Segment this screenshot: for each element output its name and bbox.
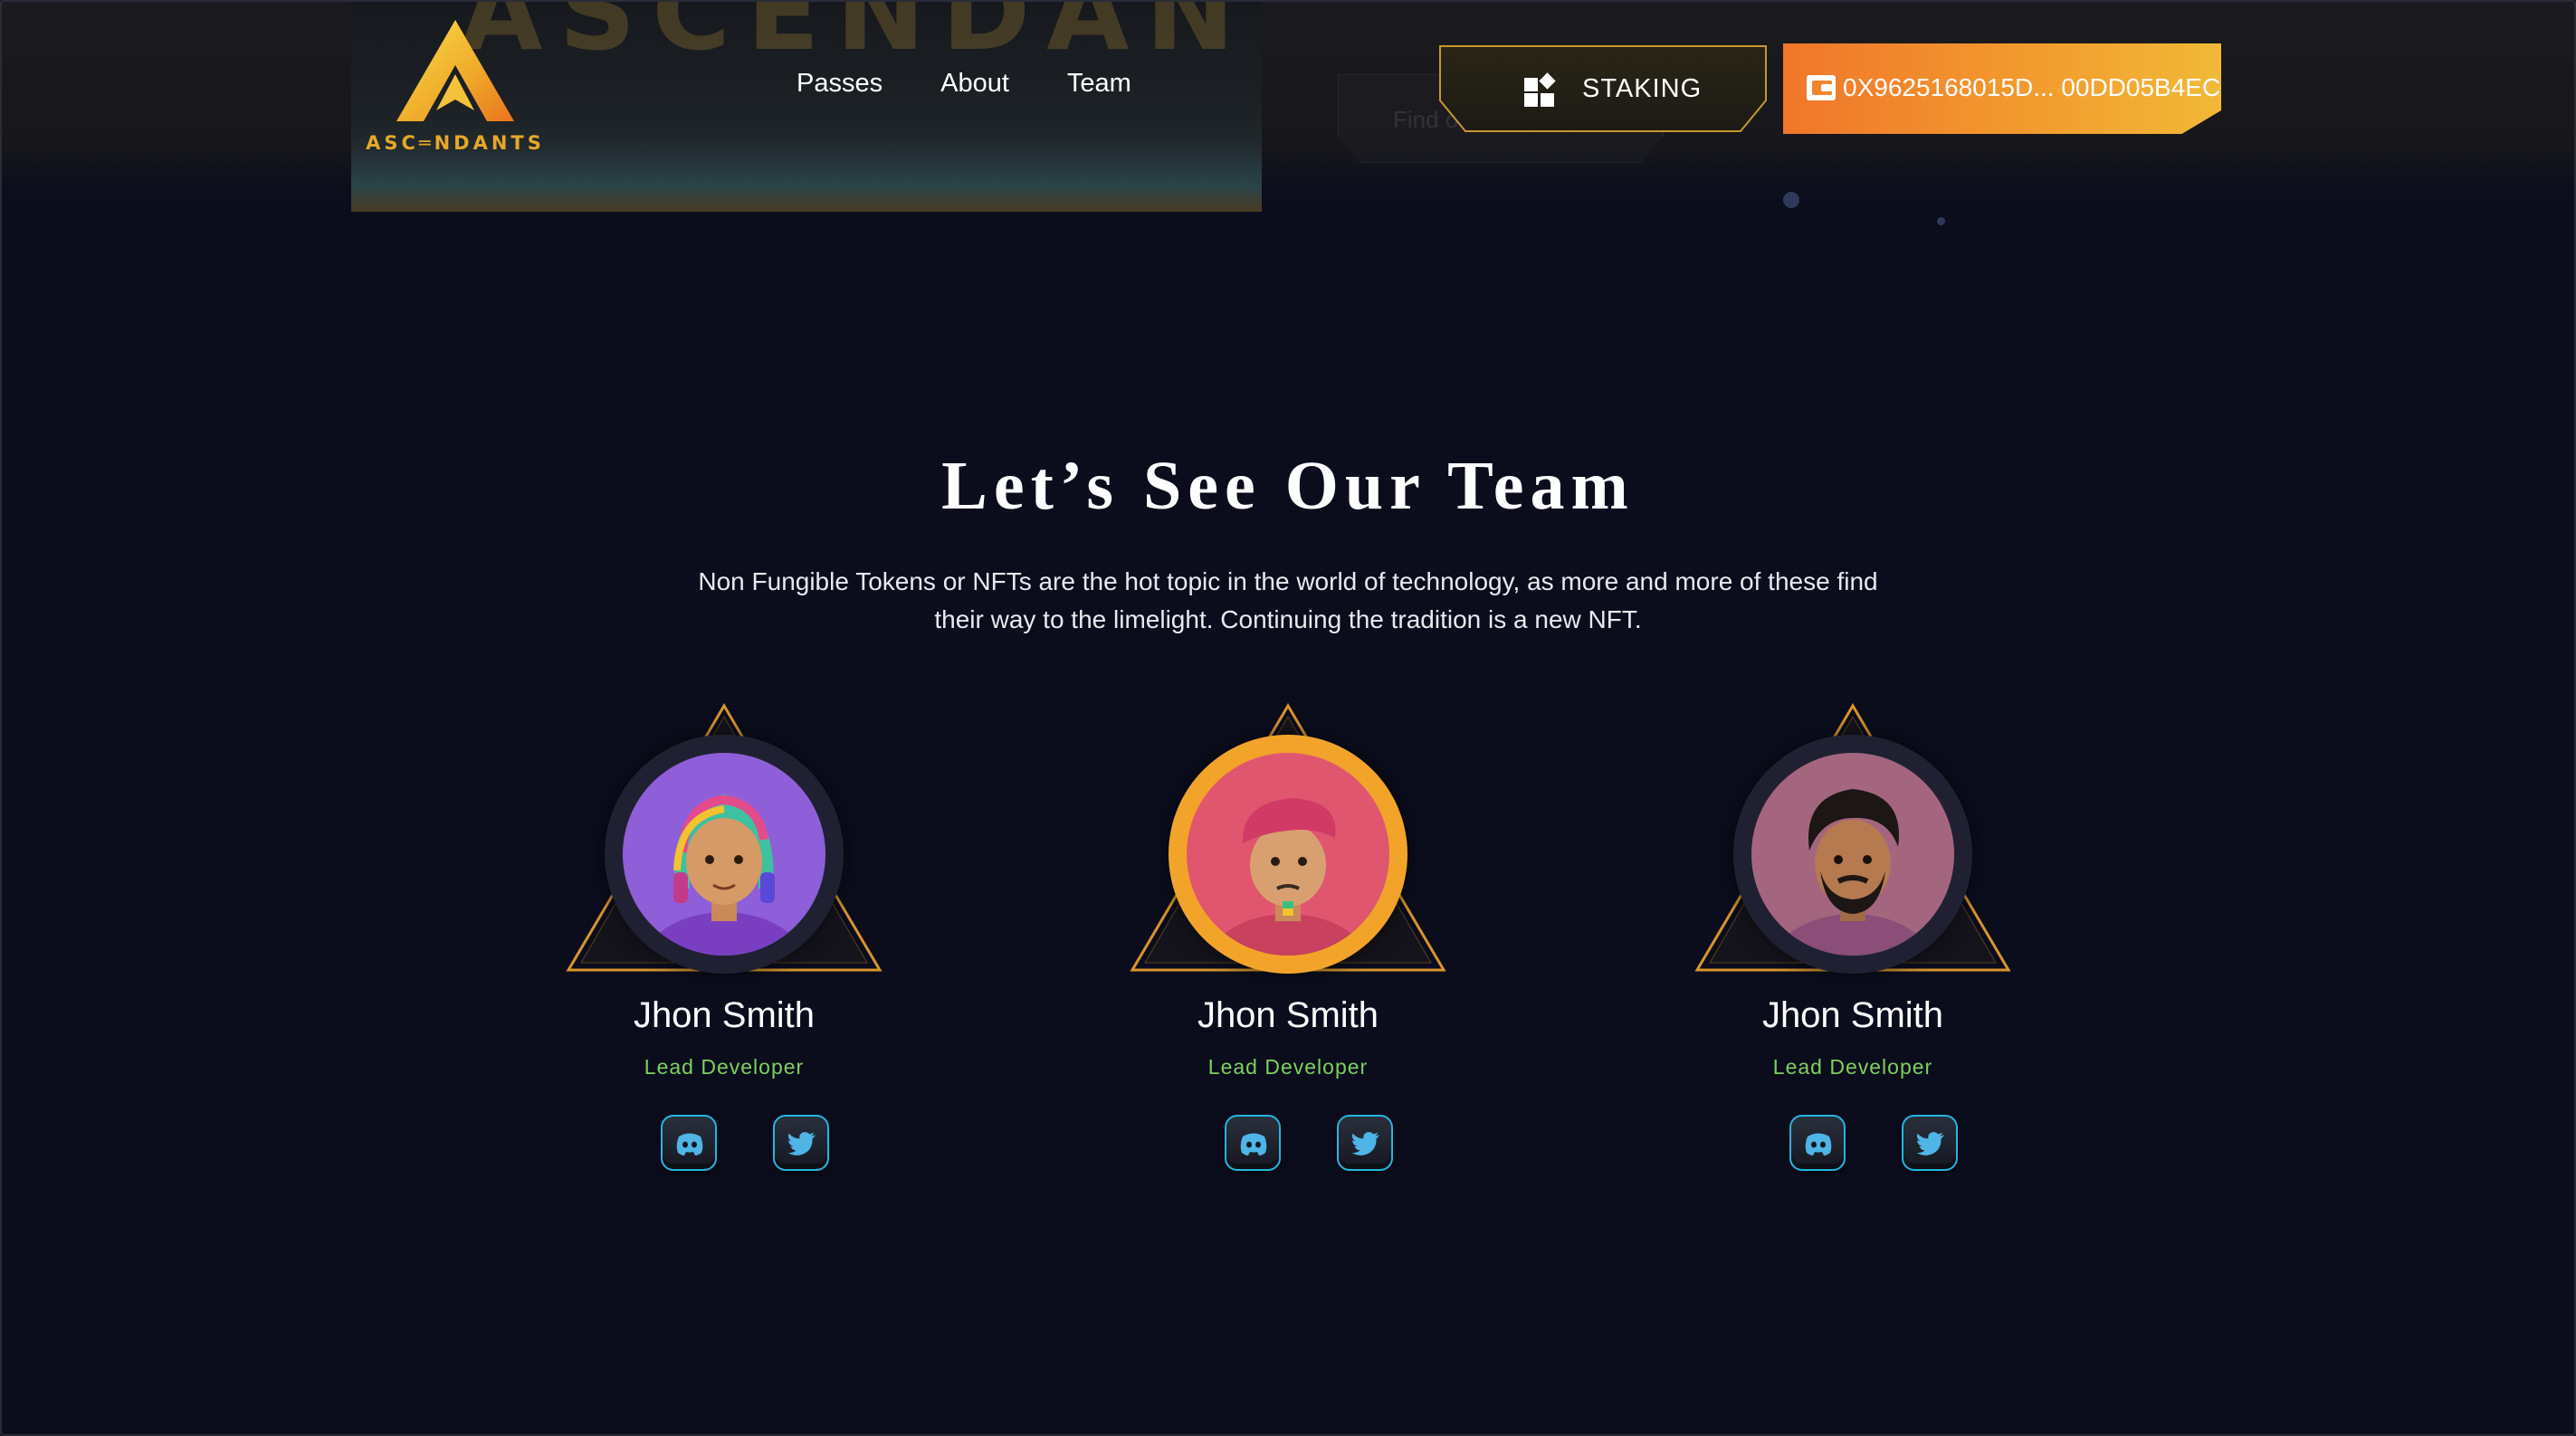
discord-icon — [1240, 1133, 1267, 1155]
member-role: Lead Developer — [1207, 1055, 1369, 1079]
widgets-icon — [1524, 72, 1556, 107]
member-role: Lead Developer — [1772, 1055, 1933, 1079]
team-member-card: Jhon Smith Lead Developer — [561, 697, 887, 1185]
twitter-icon — [1351, 1132, 1379, 1155]
team-member-card: Jhon Smith Lead Developer — [1690, 697, 2016, 1185]
member-name: Jhon Smith — [633, 995, 816, 1035]
decor-dot — [1937, 217, 1945, 225]
decor-dot — [1783, 192, 1799, 208]
avatar — [623, 753, 825, 956]
staking-button[interactable]: STAKING — [1439, 45, 1767, 132]
avatar — [1187, 753, 1389, 956]
staking-label: STAKING — [1582, 74, 1703, 103]
logo-wordmark: ASC═NDANTS — [366, 132, 545, 154]
avatar-man-beard-icon — [1751, 753, 1954, 956]
discord-button[interactable] — [1225, 1115, 1281, 1171]
wallet-address-button[interactable]: 0X9625168015D... 00DD05B4EC — [1783, 43, 2221, 134]
hero-banner-text: ASCENDANTS — [460, 0, 1262, 74]
avatar — [1751, 753, 1954, 956]
twitter-icon — [1916, 1132, 1944, 1155]
member-name: Jhon Smith — [1761, 995, 1944, 1035]
twitter-button[interactable] — [1902, 1115, 1958, 1171]
wallet-address: 0X9625168015D... 00DD05B4EC — [1843, 73, 2221, 101]
team-section-title: Let’s See Our Team — [941, 448, 1635, 524]
nav-team[interactable]: Team — [1067, 69, 1131, 99]
nav-about[interactable]: About — [940, 69, 1009, 99]
team-section-description: Non Fungible Tokens or NFTs are the hot … — [698, 567, 1878, 633]
nav-passes[interactable]: Passes — [797, 69, 883, 99]
member-role: Lead Developer — [644, 1055, 805, 1079]
discord-button[interactable] — [1789, 1115, 1846, 1171]
twitter-button[interactable] — [1337, 1115, 1393, 1171]
twitter-button[interactable] — [773, 1115, 829, 1171]
team-member-card: Jhon Smith Lead Developer — [1125, 697, 1451, 1185]
site-logo[interactable]: ASC═NDANTS — [360, 20, 550, 163]
main-nav: Passes About Team — [797, 69, 1131, 99]
member-name: Jhon Smith — [1197, 995, 1379, 1035]
wallet-icon — [1807, 75, 1836, 100]
avatar-boy-pink-beret-icon — [1187, 753, 1389, 956]
discord-button[interactable] — [661, 1115, 717, 1171]
twitter-icon — [787, 1132, 816, 1155]
discord-icon — [1805, 1133, 1832, 1155]
discord-icon — [676, 1133, 703, 1155]
avatar-girl-rainbow-hair-icon — [623, 753, 825, 956]
ascendants-logo-icon — [396, 20, 514, 121]
